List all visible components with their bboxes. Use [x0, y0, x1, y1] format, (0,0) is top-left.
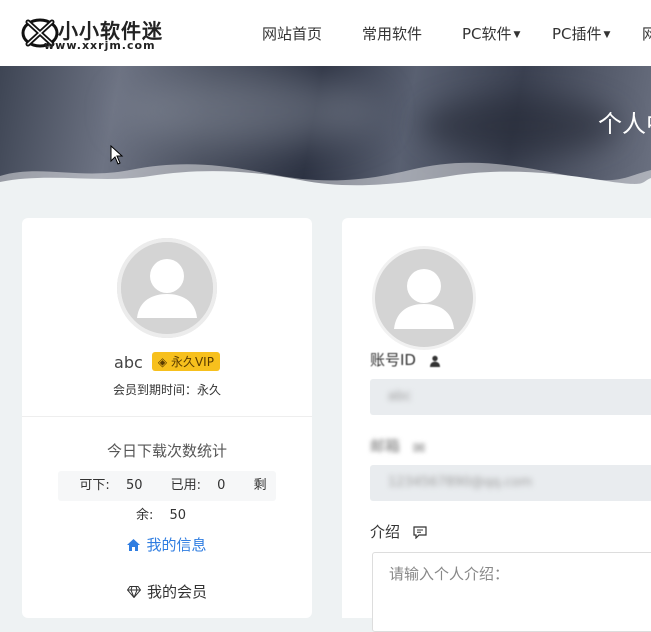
- email-label-text: 邮箱: [370, 437, 401, 455]
- stat-label: 可下:: [79, 478, 110, 493]
- vip-badge: ◈ 永久VIP: [151, 352, 220, 371]
- mouse-cursor-icon: [110, 145, 124, 165]
- nav-item-home[interactable]: 网站首页: [262, 23, 322, 44]
- stat-value: 0: [217, 478, 226, 493]
- intro-label-text: 介绍: [370, 523, 401, 541]
- menu-my-vip[interactable]: 我的会员: [22, 581, 312, 602]
- avatar-upload[interactable]: [372, 246, 476, 350]
- menu-label: 我的会员: [146, 583, 207, 601]
- banner-wave: [0, 162, 651, 188]
- diamond-icon: ◈: [157, 355, 168, 369]
- site-logo[interactable]: 小小软件迷 www.xxrjm.com: [20, 12, 170, 52]
- banner-decoration: [420, 96, 620, 156]
- profile-summary-card: abc ◈ 永久VIP 会员到期时间：永久 今日下载次数统计 可下: 50 已用…: [22, 218, 312, 618]
- intro-placeholder: 请输入个人介绍：: [389, 565, 510, 583]
- email-field[interactable]: 1234567890@qq.com: [370, 465, 651, 501]
- nav-item-common-software[interactable]: 常用软件: [362, 23, 422, 44]
- menu-my-info[interactable]: 我的信息: [22, 534, 312, 555]
- user-icon: [429, 355, 440, 367]
- nav-item-label: 网: [642, 25, 651, 43]
- intro-textarea[interactable]: 请输入个人介绍：: [372, 552, 651, 632]
- avatar[interactable]: [117, 238, 217, 338]
- account-id-value: abc: [388, 389, 412, 404]
- account-id-field[interactable]: abc: [370, 379, 651, 415]
- username-row: abc ◈ 永久VIP: [22, 352, 312, 372]
- nav-item-label: 网站首页: [262, 25, 323, 43]
- email-value: 1234567890@qq.com: [388, 475, 533, 490]
- menu-label: 我的信息: [146, 536, 207, 554]
- user-silhouette-icon: [121, 242, 213, 334]
- stat-used: 已用: 0: [165, 478, 232, 493]
- nav-item-label: PC插件: [552, 25, 602, 43]
- banner-decoration: [120, 76, 380, 146]
- profile-form-card: 账号ID abc 邮箱 ✉ 1234567890@qq.com 介绍 请输入个人…: [342, 218, 651, 632]
- user-silhouette-icon: [375, 249, 473, 347]
- download-stats: 可下: 50 已用: 0 剩余: 50: [58, 471, 276, 523]
- download-stats-title: 今日下载次数统计: [106, 442, 227, 460]
- logo-url: www.xxrjm.com: [44, 39, 156, 52]
- vip-badge-label: 永久VIP: [170, 355, 214, 369]
- diamond-icon: [126, 586, 142, 599]
- stat-value: 50: [125, 478, 143, 493]
- stat-value: 50: [169, 508, 187, 523]
- stat-available: 可下: 50: [73, 478, 148, 493]
- account-id-label: 账号ID: [370, 349, 441, 370]
- top-header: 小小软件迷 www.xxrjm.com 网站首页 常用软件 PC软件 ▼ PC插件…: [0, 0, 651, 66]
- mail-icon: ✉: [412, 439, 426, 457]
- email-label: 邮箱 ✉: [370, 435, 425, 457]
- vip-expire-text: 会员到期时间：永久: [112, 383, 221, 397]
- nav-item-label: 常用软件: [362, 25, 423, 43]
- nav-item-label: PC软件: [462, 25, 512, 43]
- caret-down-icon: ▼: [513, 30, 521, 40]
- page-banner: 个人中: [0, 66, 651, 188]
- home-icon: [127, 539, 141, 551]
- account-id-label-text: 账号ID: [370, 351, 416, 369]
- nav-item-pc-plugins[interactable]: PC插件 ▼: [552, 23, 610, 44]
- nav-item-pc-software[interactable]: PC软件 ▼: [462, 23, 520, 44]
- divider: [22, 416, 312, 417]
- caret-down-icon: ▼: [603, 30, 611, 40]
- username: abc: [114, 353, 143, 372]
- banner-title: 个人中: [598, 110, 651, 138]
- comment-icon: [413, 526, 427, 539]
- intro-label: 介绍: [370, 521, 427, 542]
- nav-item-more[interactable]: 网: [642, 23, 651, 44]
- stat-label: 已用:: [170, 478, 202, 493]
